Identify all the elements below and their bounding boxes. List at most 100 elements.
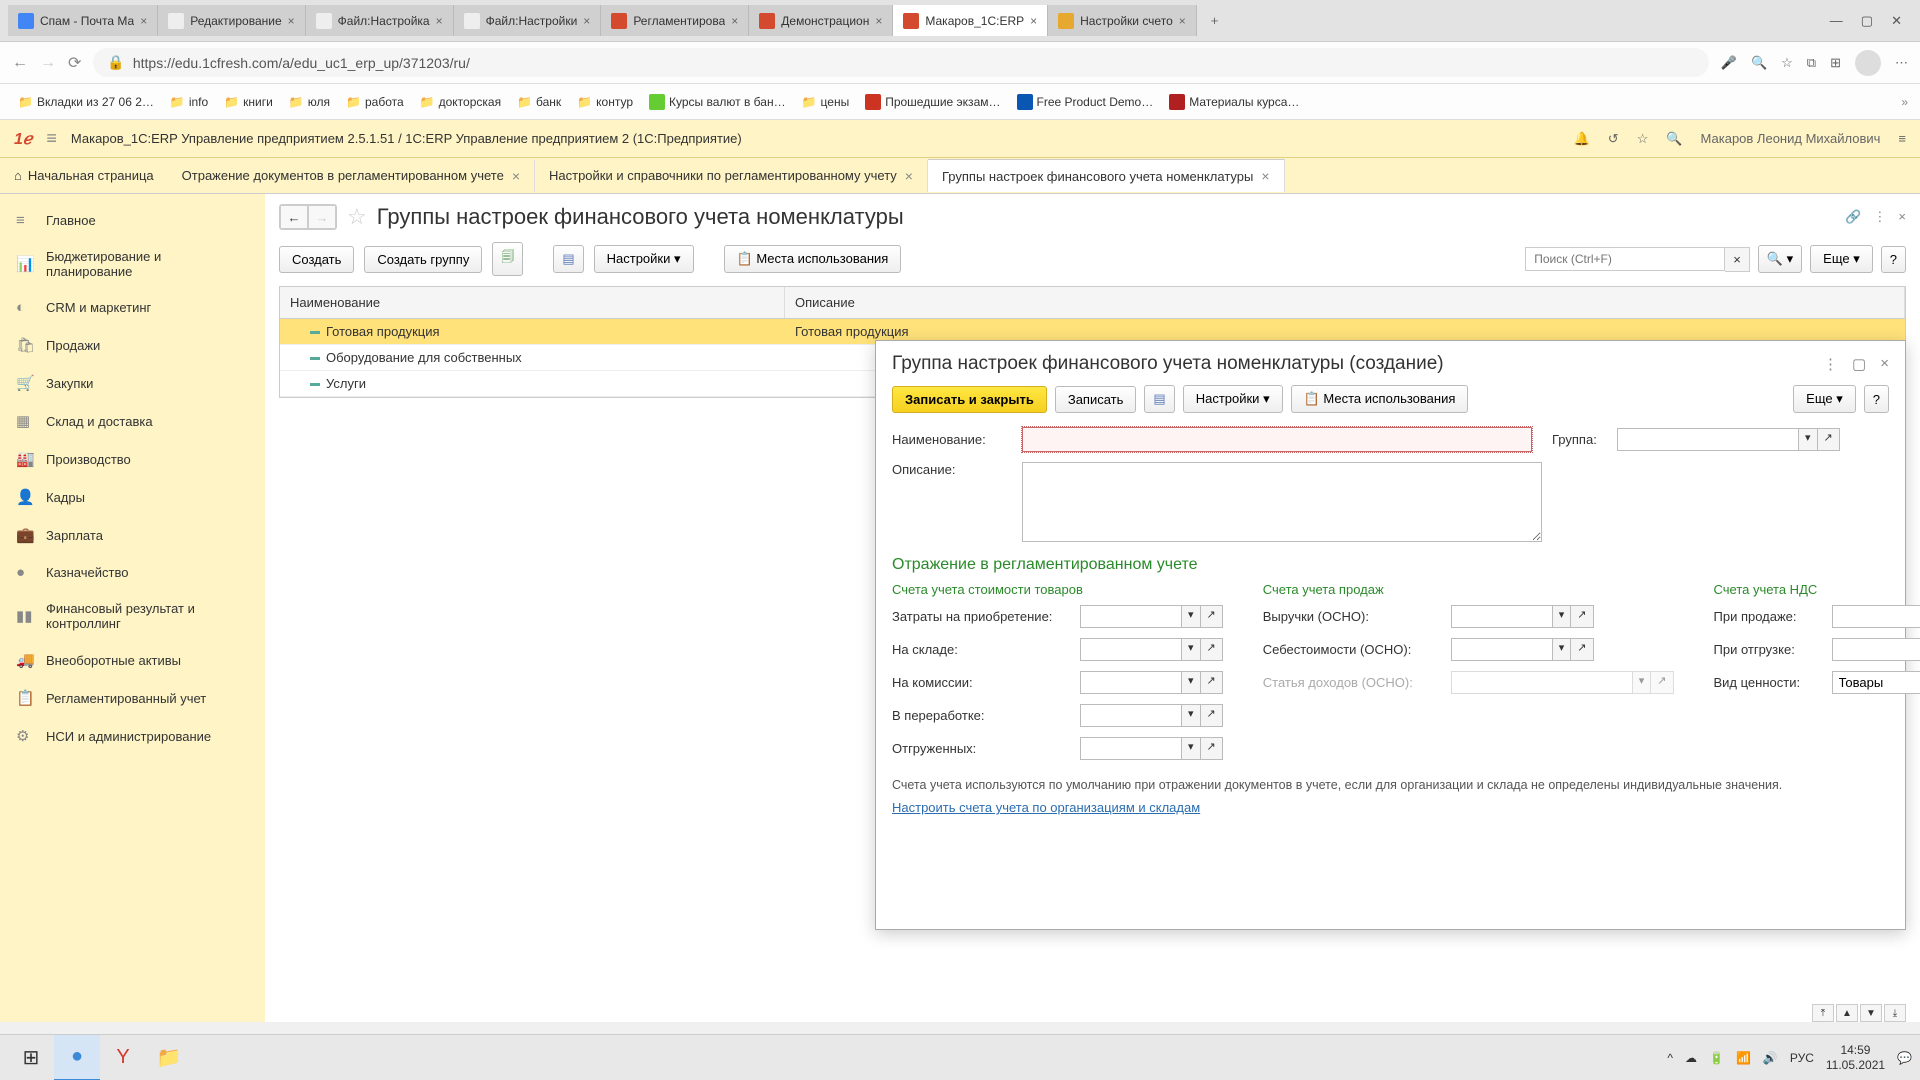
bookmark-item[interactable]: Материалы курса… [1163,91,1305,113]
sidebar-item-admin[interactable]: ⚙НСИ и администрирование [0,717,265,755]
history-icon[interactable]: ↺ [1608,131,1619,147]
more-dropdown[interactable]: Еще ▾ [1793,385,1856,413]
onsale-combo[interactable]: ▾↗ [1832,605,1920,628]
star-icon[interactable]: ☆ [1637,131,1649,147]
close-icon[interactable]: × [436,14,443,28]
list-view-button[interactable]: ▤ [553,245,583,273]
save-close-button[interactable]: Записать и закрыть [892,386,1047,413]
chevron-down-icon[interactable]: ▾ [1552,606,1571,627]
scroll-down-icon[interactable]: ▼ [1860,1004,1882,1022]
sidebar-item-hr[interactable]: 👤Кадры [0,478,265,516]
search-input[interactable] [1525,247,1725,271]
clear-icon[interactable]: × [1725,247,1750,272]
collections-icon[interactable]: ⧉ [1807,55,1816,71]
chevron-down-icon[interactable]: ▾ [1181,738,1200,759]
zoom-icon[interactable]: 🔍 [1751,55,1767,71]
back-button[interactable]: ← [280,205,308,229]
sidebar-item-main[interactable]: ≡Главное [0,202,265,239]
close-icon[interactable]: × [905,168,913,184]
more-dropdown[interactable]: Еще ▾ [1810,245,1873,273]
explorer-icon[interactable]: 📁 [146,1035,192,1080]
forward-icon[interactable]: → [40,54,56,72]
favorite-icon[interactable]: ☆ [347,204,367,230]
revenue-combo[interactable]: ▾↗ [1451,605,1594,628]
user-name[interactable]: Макаров Леонид Михайлович [1701,131,1881,146]
list-view-button[interactable]: ▤ [1144,385,1174,413]
chevron-down-icon[interactable]: ▾ [1552,639,1571,660]
bookmark-item[interactable]: 📁докторская [414,92,507,112]
address-bar[interactable]: 🔒 https://edu.1cfresh.com/a/edu_uc1_erp_… [93,48,1708,77]
save-button[interactable]: Записать [1055,386,1137,413]
name-input[interactable] [1022,427,1532,452]
browser-tab[interactable]: Демонстрацион× [749,5,893,36]
bookmark-item[interactable]: 📁юля [283,92,336,112]
yandex-icon[interactable]: Y [100,1035,146,1080]
sidebar-item-production[interactable]: 🏭Производство [0,440,265,478]
close-icon[interactable]: × [1898,209,1906,225]
sidebar-item-assets[interactable]: 🚚Внеоборотные активы [0,641,265,679]
search-icon[interactable]: 🔍 [1666,131,1682,147]
menu-icon[interactable]: ≡ [46,128,57,149]
app-tab[interactable]: Группы настроек финансового учета номенк… [928,159,1285,192]
browser-tab[interactable]: Макаров_1С:ERP× [893,5,1048,36]
onedrive-icon[interactable]: ☁ [1685,1051,1697,1065]
close-icon[interactable]: × [140,14,147,28]
app-tab[interactable]: Настройки и справочники по регламентиров… [535,160,928,192]
desc-textarea[interactable] [1022,462,1542,542]
settings-dropdown[interactable]: Настройки ▾ [594,245,694,273]
sidebar-item-salary[interactable]: 💼Зарплата [0,516,265,554]
create-group-button[interactable]: Создать группу [364,246,482,273]
scroll-up-icon[interactable]: ▲ [1836,1004,1858,1022]
profile-icon[interactable] [1855,50,1881,76]
menu-icon[interactable]: ⋯ [1895,55,1908,71]
notifications-icon[interactable]: 💬 [1897,1051,1912,1065]
cost-combo[interactable]: ▾↗ [1451,638,1594,661]
browser-tab[interactable]: Настройки счето× [1048,5,1197,36]
bookmark-item[interactable]: 📁контур [571,92,639,112]
chevron-down-icon[interactable]: ▾ [1181,705,1200,726]
chevron-down-icon[interactable]: ▾ [1181,639,1200,660]
open-icon[interactable]: ↗ [1200,639,1222,660]
close-icon[interactable]: × [875,14,882,28]
close-icon[interactable]: × [1179,14,1186,28]
voice-icon[interactable]: 🎤 [1721,55,1737,71]
sidebar-item-crm[interactable]: ◐CRM и маркетинг [0,289,265,326]
minimize-icon[interactable]: — [1830,13,1843,29]
chevron-down-icon[interactable]: ▾ [1798,429,1817,450]
kebab-icon[interactable]: ⋮ [1873,209,1886,225]
sidebar-item-finance[interactable]: ▮▮Финансовый результат и контроллинг [0,591,265,641]
sidebar-item-warehouse[interactable]: ▦Склад и доставка [0,402,265,440]
maximize-icon[interactable]: ▢ [1861,13,1873,29]
app-tab[interactable]: Отражение документов в регламентированно… [168,160,535,192]
warehouse-combo[interactable]: ▾↗ [1080,638,1223,661]
back-icon[interactable]: ← [12,54,28,72]
col-name[interactable]: Наименование [280,287,785,318]
extensions-icon[interactable]: ⊞ [1830,55,1841,71]
edge-icon[interactable]: ● [54,1035,100,1080]
browser-tab[interactable]: Спам - Почта Ма× [8,5,158,36]
bell-icon[interactable]: 🔔 [1574,131,1590,147]
bookmark-item[interactable]: 📁книги [218,92,279,112]
group-combo[interactable]: ▾↗ [1617,428,1840,451]
maximize-icon[interactable]: ▢ [1852,355,1866,373]
browser-tab[interactable]: Редактирование× [158,5,305,36]
open-icon[interactable]: ↗ [1200,672,1222,693]
bookmark-item[interactable]: Прошедшие экзам… [859,91,1006,113]
battery-icon[interactable]: 🔋 [1709,1051,1724,1065]
user-menu-icon[interactable]: ≡ [1898,131,1906,146]
chevron-down-icon[interactable]: ▾ [1181,606,1200,627]
open-icon[interactable]: ↗ [1817,429,1839,450]
scroll-top-icon[interactable]: ⤒ [1812,1004,1834,1022]
sidebar-item-accounting[interactable]: 📋Регламентированный учет [0,679,265,717]
open-icon[interactable]: ↗ [1570,639,1592,660]
bookmark-item[interactable]: 📁банк [511,92,567,112]
browser-tab[interactable]: Файл:Настройки× [454,5,602,36]
settings-dropdown[interactable]: Настройки ▾ [1183,385,1283,413]
kebab-icon[interactable]: ⋮ [1823,355,1838,373]
help-button[interactable]: ? [1864,385,1889,413]
volume-icon[interactable]: 🔊 [1763,1051,1778,1065]
valuetype-combo[interactable]: ▾ [1832,671,1920,694]
chevron-down-icon[interactable]: ▾ [1181,672,1200,693]
search-button[interactable]: 🔍 ▾ [1758,245,1802,273]
link-icon[interactable]: 🔗 [1845,209,1861,225]
